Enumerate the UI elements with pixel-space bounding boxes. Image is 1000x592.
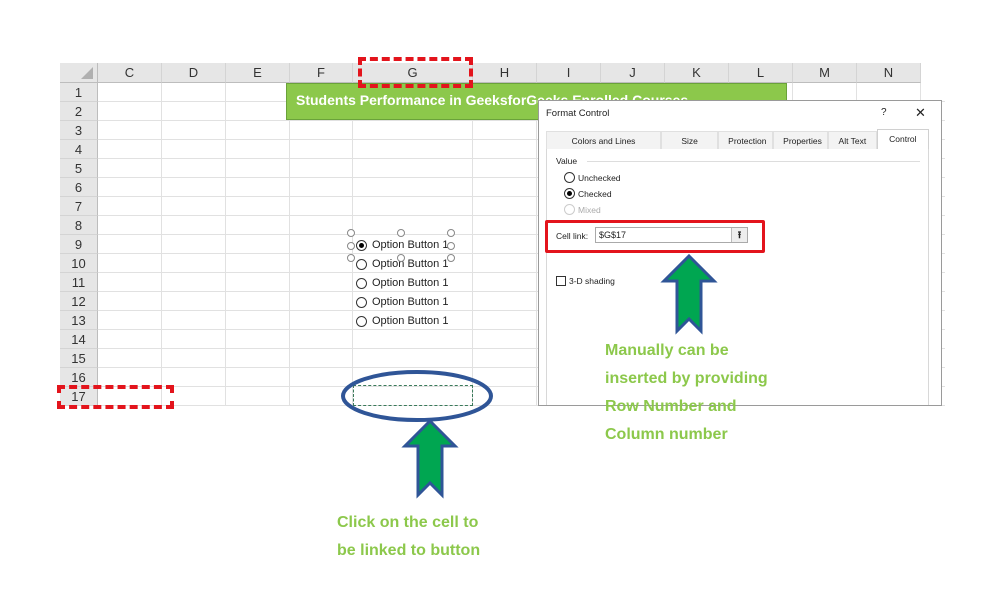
annotation-line: Row Number and	[605, 398, 737, 415]
up-arrow-icon	[660, 253, 718, 335]
annotation-line: Click on the cell to	[337, 514, 479, 531]
annotation-manual-entry: Manually can be inserted by providing Ro…	[605, 337, 768, 449]
up-arrow-icon	[401, 418, 459, 499]
annotation-overlay	[341, 253, 718, 499]
annotation-line: inserted by providing	[605, 370, 768, 387]
annotation-line: be linked to button	[337, 542, 481, 559]
annotation-line: Column number	[605, 426, 728, 443]
annotation-line: Manually can be	[605, 342, 729, 359]
highlight-ellipse	[341, 370, 493, 422]
annotation-click-cell: Click on the cell to be linked to button	[337, 509, 480, 565]
